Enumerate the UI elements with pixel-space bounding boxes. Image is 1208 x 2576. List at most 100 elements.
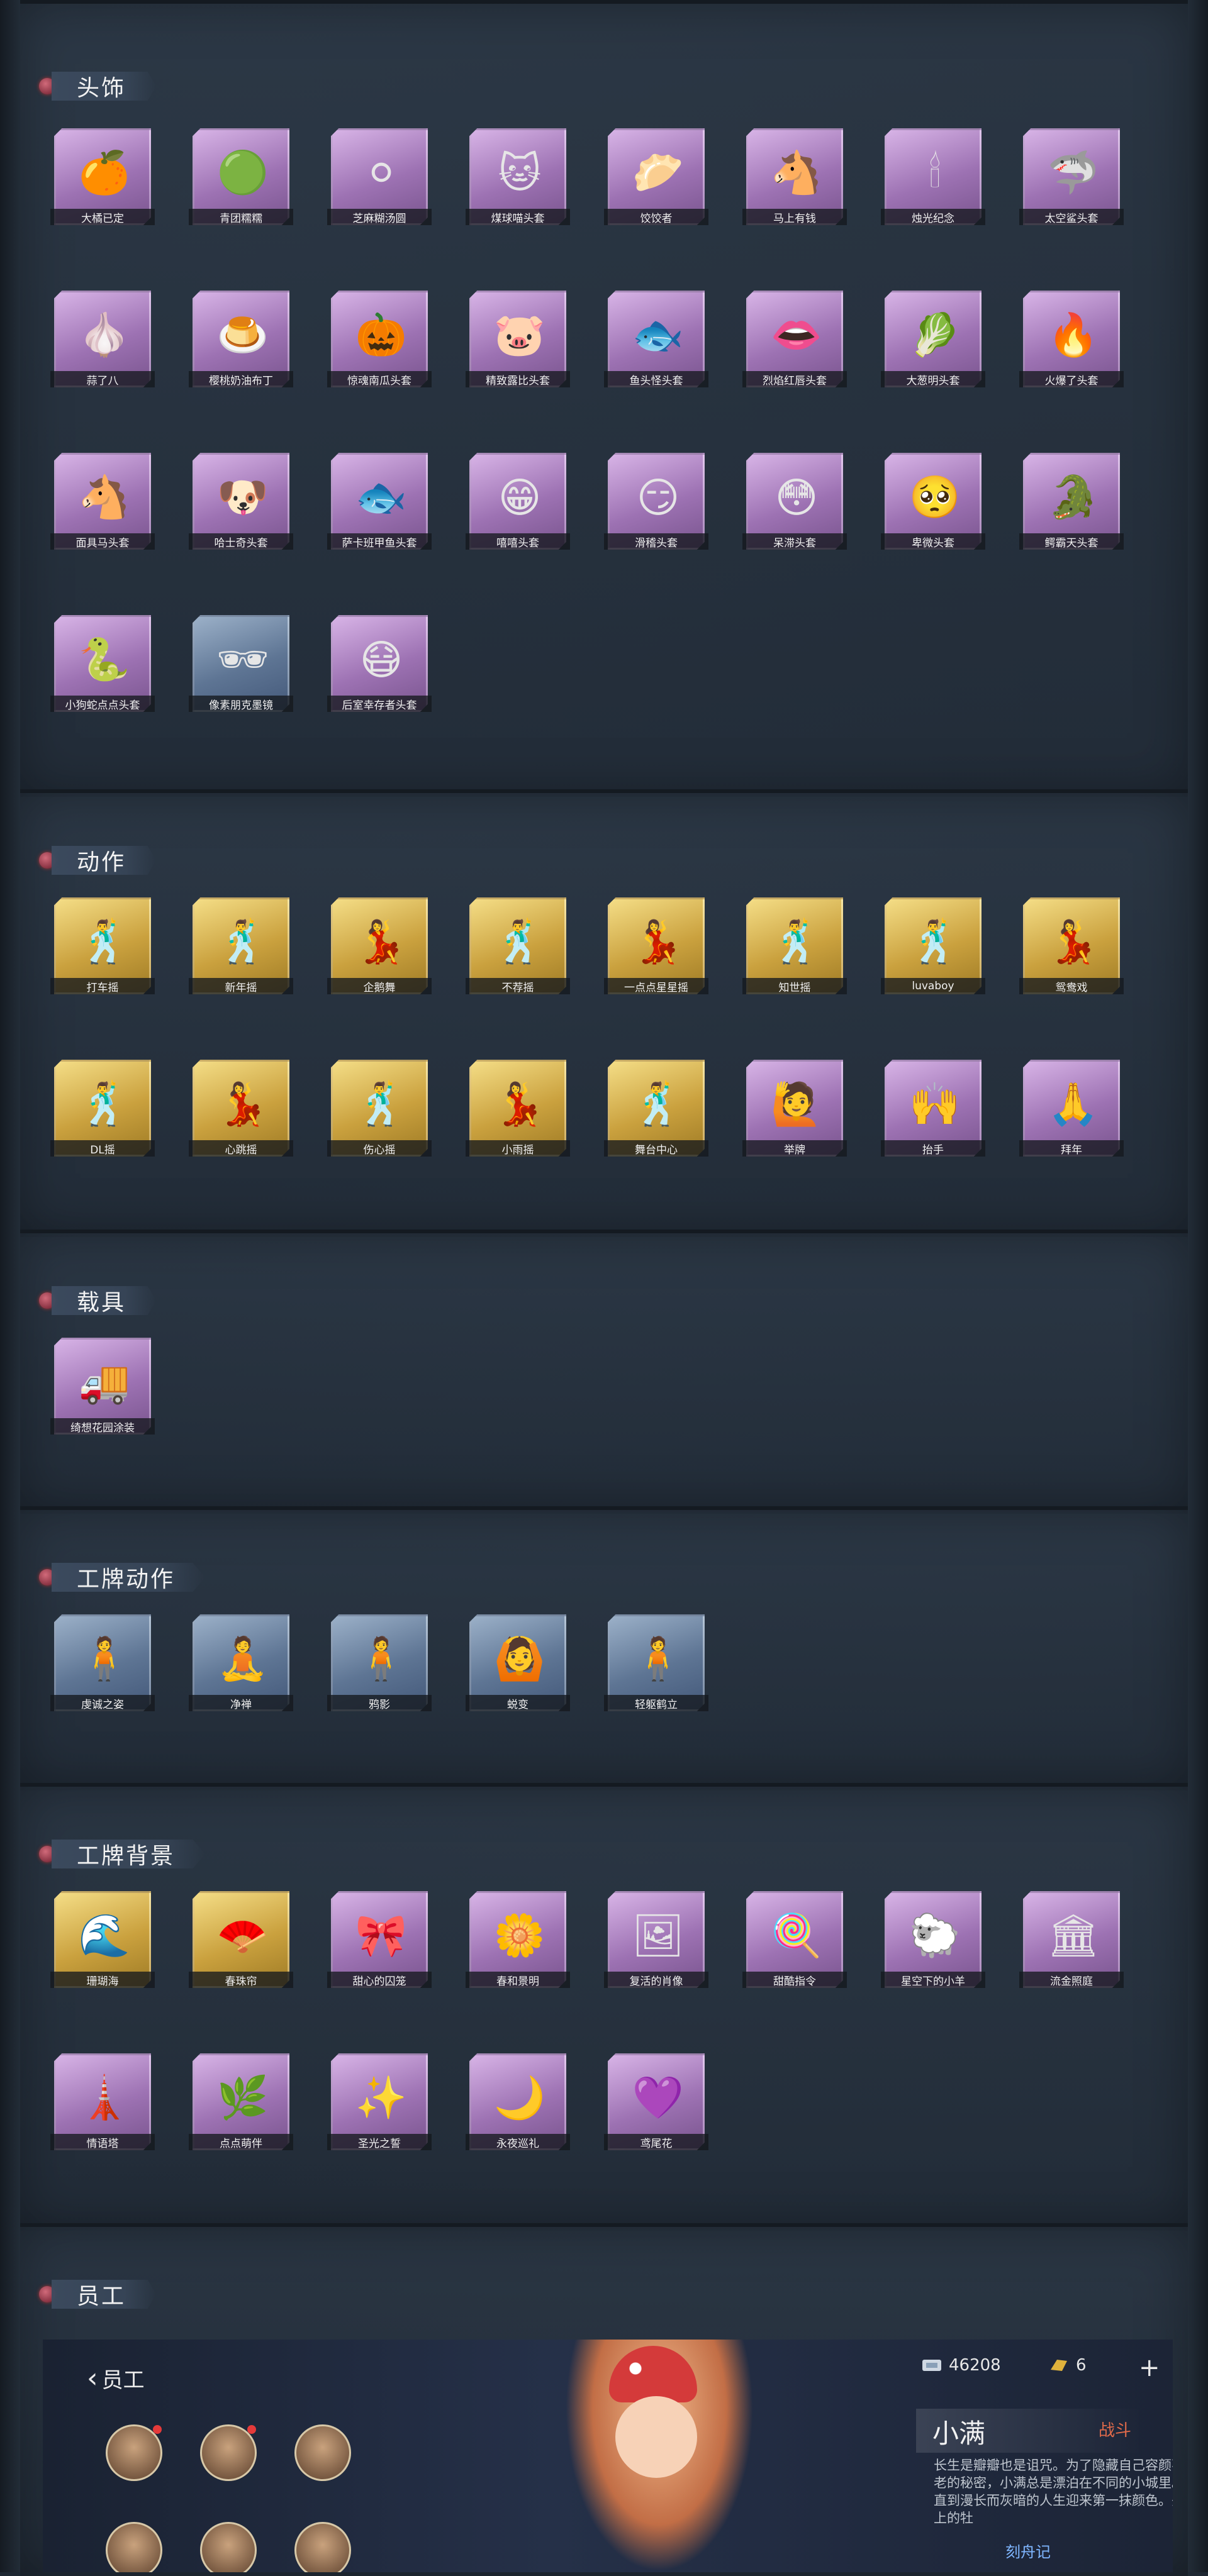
item-label: 哈士奇头套: [189, 533, 293, 550]
cosmetic-item[interactable]: 🎀 甜心的囚笼: [327, 1891, 432, 1988]
cosmetic-item[interactable]: 🕺 舞台中心: [604, 1060, 708, 1157]
item-icon: 🕺: [355, 1080, 408, 1128]
section-header: 员工: [39, 2277, 157, 2311]
cosmetic-item[interactable]: 🐍 小狗蛇点点头套: [50, 615, 155, 712]
item-label: 后室幸存者头套: [327, 696, 432, 712]
item-icon: 🖼: [632, 1911, 685, 1960]
item-label: 小狗蛇点点头套: [50, 696, 155, 712]
cosmetic-item[interactable]: 🦈 太空鲨头套: [1019, 128, 1124, 225]
vehicles-grid: 🚚 绮想花园涂装: [50, 1338, 1120, 1435]
cosmetic-item[interactable]: 🏛 流金照庭: [1019, 1891, 1124, 1988]
avatar[interactable]: [106, 2424, 162, 2481]
avatar[interactable]: [294, 2522, 351, 2572]
cosmetic-item[interactable]: 🕶 像素朋克墨镜: [189, 615, 293, 712]
item-icon: 🕶: [216, 635, 269, 684]
item-icon: 🐷: [493, 311, 546, 359]
cosmetic-item[interactable]: 👄 烈焰红唇头套: [742, 291, 847, 387]
avatar[interactable]: [200, 2424, 257, 2481]
cosmetic-item[interactable]: 😷 后室幸存者头套: [327, 615, 432, 712]
cosmetic-item[interactable]: 🕺 伤心摇: [327, 1060, 432, 1157]
cosmetic-item[interactable]: 😳 呆滞头套: [742, 453, 847, 550]
cosmetic-item[interactable]: 🕺 luvaboy: [881, 897, 985, 994]
add-currency-button[interactable]: +: [1139, 2353, 1160, 2382]
item-icon: 🧍: [78, 1635, 131, 1683]
cosmetic-item[interactable]: 🕯 烛光纪念: [881, 128, 985, 225]
cosmetic-item[interactable]: 🥺 卑微头套: [881, 453, 985, 550]
cosmetic-item[interactable]: 🗼 情语塔: [50, 2053, 155, 2150]
cosmetic-item[interactable]: 😁 嘻嘻头套: [466, 453, 570, 550]
cosmetic-item[interactable]: 🕺 DL摇: [50, 1060, 155, 1157]
cosmetic-item[interactable]: 🧍 鸦影: [327, 1614, 432, 1711]
cosmetic-item[interactable]: 🎃 惊魂南瓜头套: [327, 291, 432, 387]
cosmetic-item[interactable]: 🟢 青团糯糯: [189, 128, 293, 225]
cosmetic-item[interactable]: 🌿 点点萌伴: [189, 2053, 293, 2150]
cosmetic-item[interactable]: 🙋 举牌: [742, 1060, 847, 1157]
item-icon: 🙌: [909, 1080, 961, 1128]
cosmetic-item[interactable]: 🧍 轻躯鹤立: [604, 1614, 708, 1711]
cosmetic-item[interactable]: 🍭 甜酷指令: [742, 1891, 847, 1988]
cosmetic-item[interactable]: 🙌 抬手: [881, 1060, 985, 1157]
cosmetic-item[interactable]: 💃 企鹅舞: [327, 897, 432, 994]
cosmetic-item[interactable]: 🐴 马上有钱: [742, 128, 847, 225]
item-icon: 🙏: [1047, 1080, 1100, 1128]
item-icon: 💃: [355, 918, 408, 966]
cosmetic-item[interactable]: 🌙 永夜巡礼: [466, 2053, 570, 2150]
cosmetic-item[interactable]: 🍊 大橘已定: [50, 128, 155, 225]
cosmetic-item[interactable]: 🔥 火爆了头套: [1019, 291, 1124, 387]
cosmetic-item[interactable]: 🐟 萨卡班甲鱼头套: [327, 453, 432, 550]
cosmetic-item[interactable]: 🐷 精致露比头套: [466, 291, 570, 387]
cosmetic-item[interactable]: 💃 鸳鸯戏: [1019, 897, 1124, 994]
cosmetic-item[interactable]: 🐊 鳄霸天头套: [1019, 453, 1124, 550]
item-label: 面具马头套: [50, 533, 155, 550]
cosmetic-item[interactable]: 🖼 复活的肖像: [604, 1891, 708, 1988]
cosmetic-item[interactable]: 🙆 蜕变: [466, 1614, 570, 1711]
cosmetic-item[interactable]: 🙏 拜年: [1019, 1060, 1124, 1157]
avatar[interactable]: [294, 2424, 351, 2481]
employee-tag: 战斗: [1099, 2421, 1132, 2440]
cosmetic-item[interactable]: 🍮 樱桃奶油布丁: [189, 291, 293, 387]
cosmetic-item[interactable]: 🧘 净禅: [189, 1614, 293, 1711]
cosmetic-item[interactable]: 🌊 珊瑚海: [50, 1891, 155, 1988]
cosmetic-item[interactable]: 🕺 打车摇: [50, 897, 155, 994]
item-icon: 🍭: [770, 1911, 823, 1960]
cosmetic-item[interactable]: 🥟 饺饺者: [604, 128, 708, 225]
item-icon: 🕯: [929, 148, 941, 197]
item-label: 滑稽头套: [604, 533, 708, 550]
cosmetic-item[interactable]: 🧍 虔诚之姿: [50, 1614, 155, 1711]
story-link[interactable]: 刻舟记: [1005, 2540, 1051, 2562]
cosmetic-item[interactable]: ✨ 圣光之誓: [327, 2053, 432, 2150]
item-label: 萨卡班甲鱼头套: [327, 533, 432, 550]
avatar[interactable]: [200, 2522, 257, 2572]
cosmetic-item[interactable]: 🥬 大葱明头套: [881, 291, 985, 387]
section-badge-backgrounds: 工牌背景 🌊 珊瑚海 🪭 春珠帘 🎀 甜心的囚笼 🌼 春和景明 🖼 复活的肖像 🍭 甜酷指令 🐑 星空下的…: [20, 1783, 1188, 2231]
item-label: 鸦影: [327, 1695, 432, 1711]
cosmetic-item[interactable]: 🐶 哈士奇头套: [189, 453, 293, 550]
item-icon: 🙆: [493, 1635, 546, 1683]
cosmetic-item[interactable]: 🐑 星空下的小羊: [881, 1891, 985, 1988]
cosmetic-item[interactable]: 🐱 煤球喵头套: [466, 128, 570, 225]
cosmetic-item[interactable]: 🐟 鱼头怪头套: [604, 291, 708, 387]
item-label: luvaboy: [881, 978, 985, 994]
item-icon: 🔥: [1047, 311, 1100, 359]
cosmetic-item[interactable]: 😏 滑稽头套: [604, 453, 708, 550]
cosmetic-item[interactable]: 💃 心跳摇: [189, 1060, 293, 1157]
cosmetic-item[interactable]: 🌼 春和景明: [466, 1891, 570, 1988]
item-icon: 🪭: [216, 1911, 269, 1960]
cosmetic-item[interactable]: 🚚 绮想花园涂装: [50, 1338, 155, 1435]
cosmetic-item[interactable]: 🐴 面具马头套: [50, 453, 155, 550]
cosmetic-item[interactable]: 🪭 春珠帘: [189, 1891, 293, 1988]
cosmetic-item[interactable]: 💃 一点点星星摇: [604, 897, 708, 994]
back-button[interactable]: ‹ 员工: [87, 2362, 145, 2394]
item-icon: 🥺: [909, 473, 961, 521]
item-label: 不荐摇: [466, 978, 570, 994]
cosmetic-item[interactable]: 🕺 知世摇: [742, 897, 847, 994]
avatar[interactable]: [106, 2522, 162, 2572]
item-label: 珊瑚海: [50, 1972, 155, 1988]
cosmetic-item[interactable]: 🕺 新年摇: [189, 897, 293, 994]
cosmetic-item[interactable]: 🕺 不荐摇: [466, 897, 570, 994]
cosmetic-item[interactable]: ⚪ 芝麻糊汤圆: [327, 128, 432, 225]
cosmetic-item[interactable]: 💃 小雨摇: [466, 1060, 570, 1157]
item-label: 新年摇: [189, 978, 293, 994]
cosmetic-item[interactable]: 🧄 蒜了八: [50, 291, 155, 387]
cosmetic-item[interactable]: 💜 鸢尾花: [604, 2053, 708, 2150]
